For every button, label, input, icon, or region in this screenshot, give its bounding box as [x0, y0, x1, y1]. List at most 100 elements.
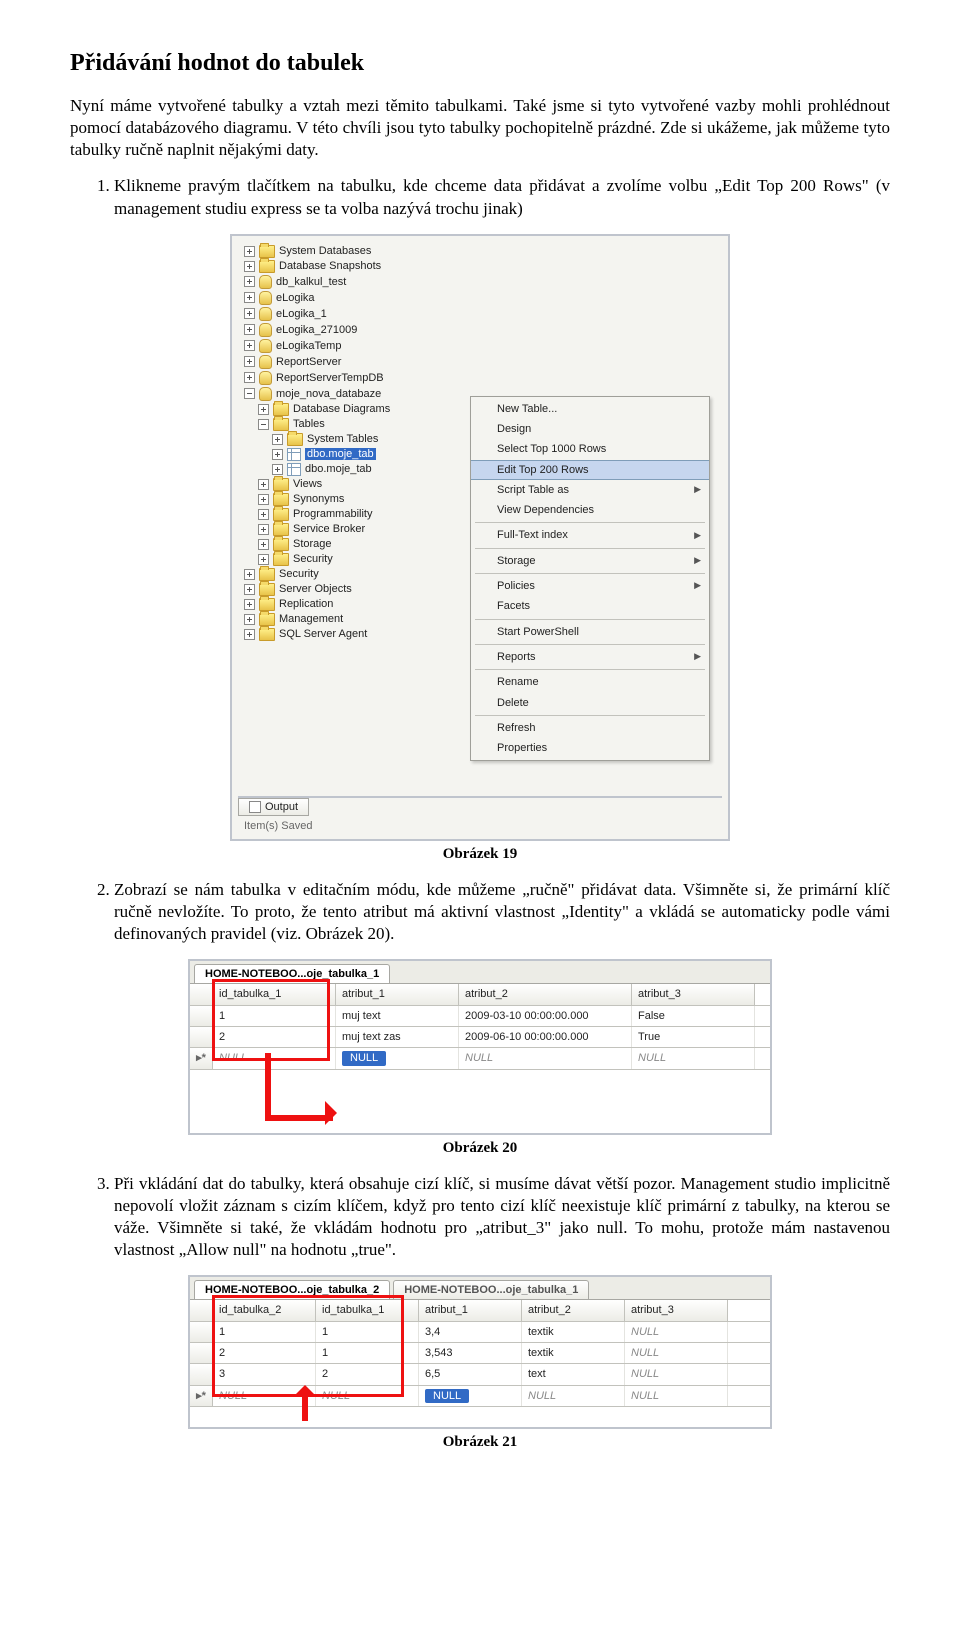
- col-header[interactable]: atribut_3: [632, 984, 755, 1004]
- expander-icon[interactable]: [244, 599, 255, 610]
- row-handle[interactable]: [190, 1364, 213, 1384]
- grid-cell[interactable]: text: [522, 1364, 625, 1384]
- expander-icon[interactable]: [258, 479, 269, 490]
- expander-icon[interactable]: [244, 356, 255, 367]
- expander-icon[interactable]: [244, 276, 255, 287]
- tree-item[interactable]: Programmability: [293, 508, 372, 520]
- tree-item[interactable]: Service Broker: [293, 523, 365, 535]
- grid-cell[interactable]: 6,5: [419, 1364, 522, 1384]
- menu-policies[interactable]: Policies▶: [471, 576, 709, 596]
- row-handle-new[interactable]: ▸*: [190, 1386, 213, 1406]
- grid-cell[interactable]: 3,4: [419, 1322, 522, 1342]
- tree-item[interactable]: Tables: [293, 418, 325, 430]
- expander-icon[interactable]: [258, 539, 269, 550]
- expander-icon[interactable]: [244, 261, 255, 272]
- grid-cell[interactable]: textik: [522, 1343, 625, 1363]
- tree-item-selected[interactable]: dbo.moje_tab: [305, 448, 376, 460]
- expander-icon[interactable]: [244, 372, 255, 383]
- expander-icon[interactable]: [272, 449, 283, 460]
- menu-facets[interactable]: Facets: [471, 596, 709, 616]
- tree-item[interactable]: dbo.moje_tab: [305, 463, 372, 475]
- expander-icon[interactable]: [244, 340, 255, 351]
- tree-item[interactable]: Server Objects: [279, 583, 352, 595]
- grid-cell-null[interactable]: NULL: [522, 1386, 625, 1406]
- col-header[interactable]: atribut_1: [336, 984, 459, 1004]
- tree-item[interactable]: Security: [293, 553, 333, 565]
- menu-new-table[interactable]: New Table...: [471, 399, 709, 419]
- expander-icon[interactable]: [244, 292, 255, 303]
- expander-icon[interactable]: [244, 584, 255, 595]
- expander-icon[interactable]: [258, 509, 269, 520]
- grid-cell[interactable]: False: [632, 1006, 755, 1026]
- expander-icon[interactable]: [244, 388, 255, 399]
- tree-item[interactable]: eLogika: [276, 292, 315, 304]
- expander-icon[interactable]: [258, 404, 269, 415]
- tree-item[interactable]: Security: [279, 568, 319, 580]
- grid-cell-selected[interactable]: NULL: [336, 1048, 459, 1068]
- tree-item[interactable]: Database Diagrams: [293, 403, 390, 415]
- expander-icon[interactable]: [258, 524, 269, 535]
- expander-icon[interactable]: [258, 494, 269, 505]
- row-handle[interactable]: [190, 1343, 213, 1363]
- tree-item[interactable]: System Databases: [279, 245, 371, 257]
- expander-icon[interactable]: [258, 419, 269, 430]
- tree-item[interactable]: moje_nova_databaze: [276, 388, 381, 400]
- row-handle-new[interactable]: ▸*: [190, 1048, 213, 1068]
- tree-item[interactable]: Storage: [293, 538, 332, 550]
- menu-properties[interactable]: Properties: [471, 738, 709, 758]
- grid-cell-null[interactable]: NULL: [625, 1322, 728, 1342]
- row-handle[interactable]: [190, 1027, 213, 1047]
- menu-view-dependencies[interactable]: View Dependencies: [471, 500, 709, 520]
- grid-cell[interactable]: muj text: [336, 1006, 459, 1026]
- grid-cell-null[interactable]: NULL: [625, 1364, 728, 1384]
- menu-fulltext-index[interactable]: Full-Text index▶: [471, 525, 709, 545]
- tree-item[interactable]: ReportServer: [276, 356, 341, 368]
- tree-item[interactable]: Database Snapshots: [279, 260, 381, 272]
- expander-icon[interactable]: [272, 434, 283, 445]
- row-handle[interactable]: [190, 1006, 213, 1026]
- tree-item[interactable]: ReportServerTempDB: [276, 372, 384, 384]
- tree-item[interactable]: Replication: [279, 598, 333, 610]
- grid-cell-null[interactable]: NULL: [632, 1048, 755, 1068]
- tree-item[interactable]: Management: [279, 613, 343, 625]
- grid-cell-null[interactable]: NULL: [625, 1386, 728, 1406]
- expander-icon[interactable]: [244, 614, 255, 625]
- tree-item[interactable]: System Tables: [307, 433, 378, 445]
- tree-item[interactable]: Synonyms: [293, 493, 344, 505]
- menu-refresh[interactable]: Refresh: [471, 718, 709, 738]
- grid-cell[interactable]: textik: [522, 1322, 625, 1342]
- col-header[interactable]: atribut_2: [522, 1300, 625, 1320]
- grid-cell[interactable]: 2009-03-10 00:00:00.000: [459, 1006, 632, 1026]
- menu-edit-top-200[interactable]: Edit Top 200 Rows: [471, 460, 709, 480]
- col-header[interactable]: atribut_1: [419, 1300, 522, 1320]
- grid-cell[interactable]: muj text zas: [336, 1027, 459, 1047]
- col-header[interactable]: atribut_2: [459, 984, 632, 1004]
- expander-icon[interactable]: [244, 308, 255, 319]
- menu-script-table-as[interactable]: Script Table as▶: [471, 480, 709, 500]
- output-tab[interactable]: Output: [238, 798, 309, 816]
- tree-item[interactable]: eLogika_1: [276, 308, 327, 320]
- grid-cell-null[interactable]: NULL: [459, 1048, 632, 1068]
- grid-cell-null[interactable]: NULL: [625, 1343, 728, 1363]
- expander-icon[interactable]: [244, 569, 255, 580]
- grid-cell-selected[interactable]: NULL: [419, 1386, 522, 1406]
- menu-select-top-1000[interactable]: Select Top 1000 Rows: [471, 439, 709, 459]
- menu-start-powershell[interactable]: Start PowerShell: [471, 622, 709, 642]
- menu-rename[interactable]: Rename: [471, 672, 709, 692]
- tree-item[interactable]: db_kalkul_test: [276, 276, 346, 288]
- tab-tabulka1[interactable]: HOME-NOTEBOO...oje_tabulka_1: [393, 1280, 589, 1299]
- expander-icon[interactable]: [244, 629, 255, 640]
- tree-item[interactable]: eLogika_271009: [276, 324, 357, 336]
- grid-cell[interactable]: True: [632, 1027, 755, 1047]
- col-header[interactable]: atribut_3: [625, 1300, 728, 1320]
- tree-item[interactable]: eLogikaTemp: [276, 340, 341, 352]
- menu-design[interactable]: Design: [471, 419, 709, 439]
- grid-cell[interactable]: 3,543: [419, 1343, 522, 1363]
- tree-item[interactable]: SQL Server Agent: [279, 628, 367, 640]
- expander-icon[interactable]: [244, 324, 255, 335]
- row-handle[interactable]: [190, 1322, 213, 1342]
- expander-icon[interactable]: [258, 554, 269, 565]
- expander-icon[interactable]: [272, 464, 283, 475]
- menu-reports[interactable]: Reports▶: [471, 647, 709, 667]
- menu-delete[interactable]: Delete: [471, 693, 709, 713]
